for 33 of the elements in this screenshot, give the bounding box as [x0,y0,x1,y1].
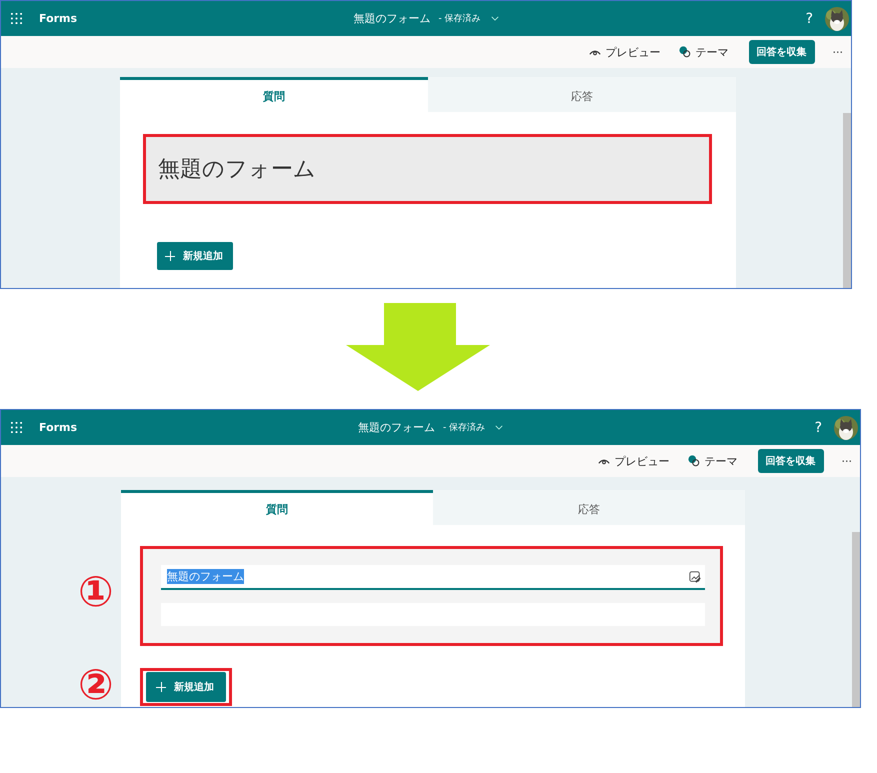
form-title: 無題のフォーム [353,11,430,26]
step-number: ① [78,571,114,613]
palette-icon [678,46,690,58]
save-status: - 保存済み [442,422,486,434]
add-new-button[interactable]: 新規追加 [157,242,233,270]
eye-icon [598,456,610,466]
eye-icon [588,48,600,56]
app-launcher-icon[interactable] [11,422,22,433]
tab[interactable]: 応答 [428,77,736,112]
palette-icon [688,455,700,467]
form-title-block[interactable]: 無題のフォーム [143,134,712,204]
collect-responses-button[interactable]: 回答を収集 [748,40,814,64]
title-text: 無題のフォーム [167,569,244,584]
app-name: Forms [39,12,78,25]
theme-button[interactable]: テーマ [674,44,732,60]
app-launcher-icon[interactable] [11,13,22,24]
add-new-button[interactable]: 新規追加 [146,672,226,702]
chevron-down-icon[interactable] [490,16,499,21]
help-button[interactable]: ? [802,420,834,436]
app-name: Forms [39,421,78,434]
help-button[interactable]: ? [794,10,825,26]
chevron-down-icon[interactable] [495,425,504,430]
collect-responses-button[interactable]: 回答を収集 [758,449,824,473]
tab[interactable]: 応答 [433,490,745,525]
preview-button[interactable]: プレビュー [584,44,664,60]
preview-button[interactable]: プレビュー [594,454,674,468]
save-status: - 保存済み [438,12,481,25]
theme-button[interactable]: テーマ [684,454,742,468]
step-number: ② [78,664,114,706]
more-button[interactable]: ··· [834,454,860,468]
image-edit-icon[interactable] [689,570,701,582]
more-button[interactable]: ··· [824,46,851,58]
form-title: 無題のフォーム [358,420,435,435]
